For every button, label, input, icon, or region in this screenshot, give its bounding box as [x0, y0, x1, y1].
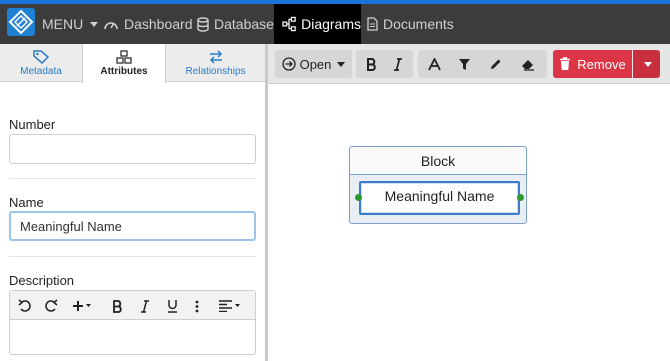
tab-label: Attributes [100, 66, 148, 77]
font-icon [427, 57, 441, 70]
divider [9, 256, 256, 257]
connection-port-right[interactable] [517, 194, 524, 201]
chevron-down-icon [90, 21, 99, 27]
eraser-icon [522, 59, 534, 71]
diagram-block[interactable]: Block Meaningful Name [349, 146, 527, 224]
diagram-toolbar: Open Remove [268, 44, 670, 84]
connection-port-left[interactable] [355, 194, 362, 201]
bold-icon [112, 299, 122, 313]
remove-button[interactable]: Remove [553, 50, 632, 78]
properties-panel: Metadata Attributes Relationships Number… [0, 44, 265, 361]
bold-button[interactable] [358, 50, 384, 78]
tab-metadata[interactable]: Metadata [0, 44, 82, 82]
diagram-canvas[interactable]: Block Meaningful Name [268, 84, 670, 361]
tab-relationships[interactable]: Relationships [166, 44, 265, 82]
nav-label: Diagrams [301, 16, 361, 32]
name-field[interactable] [9, 211, 256, 241]
underline-icon [167, 300, 177, 313]
italic-button[interactable] [136, 291, 154, 320]
nav-item-documents[interactable]: Documents [367, 4, 454, 44]
more-vertical-icon [195, 300, 199, 312]
redo-icon [45, 299, 58, 312]
redo-button[interactable] [40, 291, 62, 320]
document-icon [367, 17, 378, 31]
divider [9, 178, 256, 179]
menu-label: MENU [42, 16, 84, 32]
underline-button[interactable] [163, 291, 181, 320]
editor-toolbar [10, 291, 255, 320]
trash-icon [560, 57, 571, 70]
tab-label: Metadata [20, 66, 62, 77]
align-left-icon [219, 300, 240, 313]
tab-attributes[interactable]: Attributes [82, 44, 166, 83]
swap-arrows-icon [209, 50, 222, 64]
block-title: Block [350, 147, 526, 175]
italic-icon [394, 57, 402, 71]
description-editor [9, 290, 256, 355]
nav-label: Dashboard [124, 16, 193, 32]
attributes-icon [116, 50, 132, 64]
align-button[interactable] [215, 291, 245, 320]
pencil-button[interactable] [481, 50, 509, 78]
pencil-icon [490, 59, 500, 69]
nav-item-dashboard[interactable]: Dashboard [103, 4, 193, 44]
text-style-group [356, 50, 413, 78]
nav-label: Database [214, 16, 274, 32]
app-logo-icon[interactable] [7, 8, 35, 36]
database-icon [197, 16, 209, 32]
block-attribute[interactable]: Meaningful Name [359, 181, 520, 215]
tag-icon [33, 50, 49, 64]
italic-button[interactable] [385, 50, 411, 78]
insert-button[interactable] [68, 291, 96, 320]
number-label: Number [9, 117, 56, 132]
top-navbar: MENU Dashboard Database Diagrams Documen… [0, 4, 670, 44]
nav-item-diagrams[interactable]: Diagrams [274, 4, 361, 44]
name-label: Name [9, 195, 44, 210]
undo-icon [18, 299, 31, 312]
dashboard-icon [104, 22, 118, 30]
open-label: Open [299, 56, 332, 72]
undo-button[interactable] [14, 291, 36, 320]
format-group [418, 50, 547, 78]
remove-options-button[interactable] [633, 50, 660, 78]
nav-label: Documents [383, 16, 454, 32]
filter-icon [458, 58, 470, 70]
chevron-down-icon [643, 61, 652, 67]
eraser-button[interactable] [514, 50, 542, 78]
more-button[interactable] [191, 291, 203, 320]
circle-arrow-right-icon [281, 57, 296, 71]
chevron-down-icon [337, 61, 346, 67]
open-button[interactable]: Open [275, 50, 352, 78]
description-label: Description [9, 273, 75, 288]
menu-button[interactable]: MENU [42, 4, 99, 44]
bold-button[interactable] [108, 291, 126, 320]
font-button[interactable] [420, 50, 448, 78]
diagram-icon [282, 16, 296, 32]
plus-icon [73, 301, 91, 312]
remove-label: Remove [577, 56, 626, 72]
bold-icon [366, 57, 376, 71]
nav-item-database[interactable]: Database [197, 4, 274, 44]
number-field[interactable] [9, 134, 256, 164]
italic-icon [141, 299, 149, 313]
properties-tabs: Metadata Attributes Relationships [0, 44, 265, 83]
filter-button[interactable] [450, 50, 478, 78]
tab-label: Relationships [185, 66, 246, 77]
